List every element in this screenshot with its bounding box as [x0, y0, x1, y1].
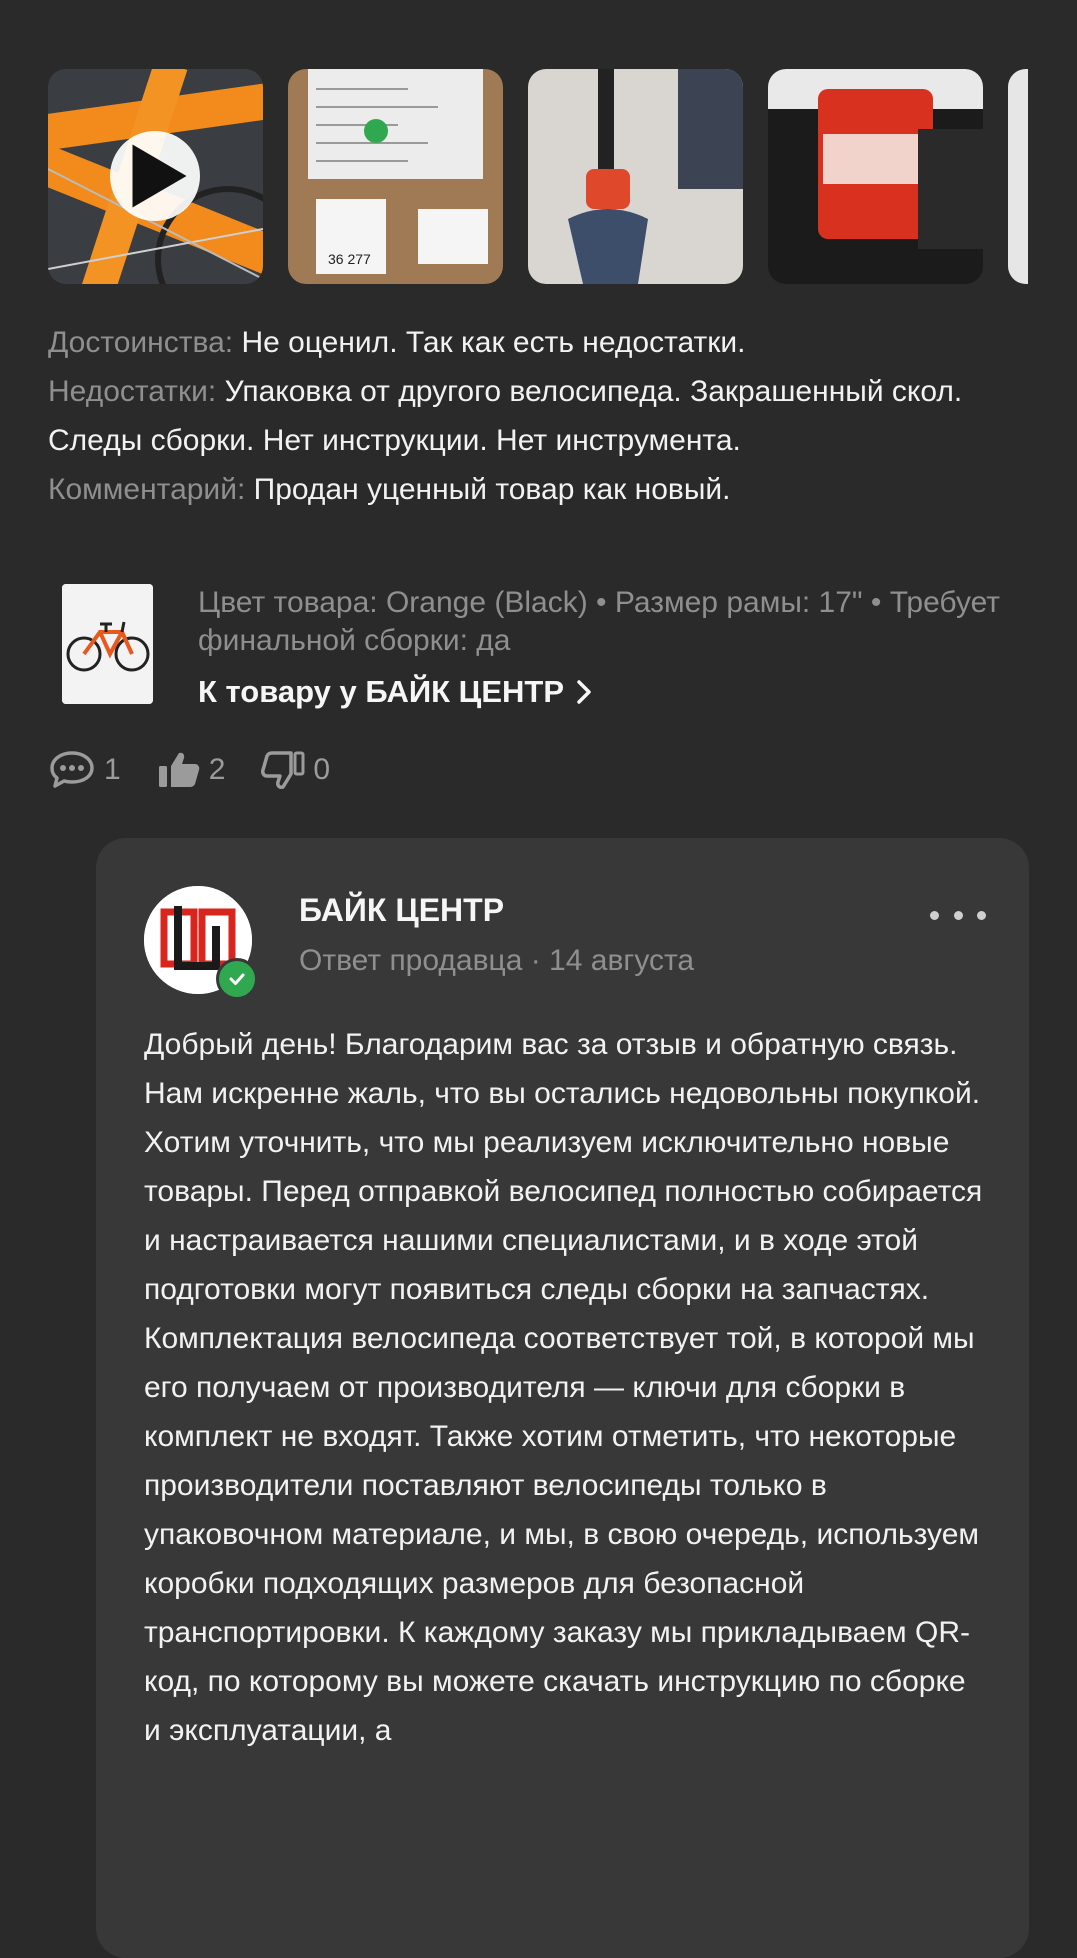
- product-info: Цвет товара: Orange (Black) • Размер рам…: [62, 584, 1022, 710]
- seller-reply-text: Добрый день! Благодарим вас за отзыв и о…: [144, 1028, 983, 1747]
- comments-button[interactable]: 1: [48, 749, 121, 791]
- photo-thumbnail-partial[interactable]: [1008, 69, 1028, 284]
- play-icon[interactable]: [110, 131, 200, 221]
- seller-reply-card: БАЙК ЦЕНТР Ответ продавца · 14 августа Д…: [96, 838, 1029, 1958]
- thumbs-down-icon: [261, 751, 305, 789]
- review-body: Достоинства: Не оценил. Так как есть нед…: [48, 318, 1008, 514]
- svg-text:36 277: 36 277: [328, 251, 371, 267]
- like-button[interactable]: 2: [157, 749, 226, 791]
- reflector-image: [768, 69, 983, 284]
- comments-count: 1: [104, 753, 121, 786]
- pros-text: Не оценил. Так как есть недостатки.: [233, 326, 746, 359]
- bike-part-image: [528, 69, 743, 284]
- chevron-right-icon: [576, 679, 592, 705]
- media-gallery[interactable]: 36 277: [48, 69, 1028, 284]
- box-labels-image: 36 277: [288, 69, 503, 284]
- go-to-product-link[interactable]: К товару у БАЙК ЦЕНТР: [198, 674, 592, 710]
- more-options-icon[interactable]: [930, 900, 986, 930]
- review-actions: 1 2 0: [48, 746, 366, 794]
- partial-image: [1008, 69, 1028, 284]
- reply-meta: Ответ продавца · 14 августа: [299, 944, 695, 977]
- dislikes-count: 0: [313, 753, 331, 786]
- photo-thumbnail-box-labels[interactable]: 36 277: [288, 69, 503, 284]
- thumbs-up-icon: [158, 752, 199, 787]
- go-to-product-label: К товару у БАЙК ЦЕНТР: [198, 674, 564, 709]
- comment-icon: [50, 751, 94, 788]
- dislike-button[interactable]: 0: [261, 749, 330, 791]
- bicycle-icon: [62, 584, 153, 704]
- likes-count: 2: [208, 753, 226, 786]
- comment-label: Комментарий:: [48, 473, 246, 506]
- cons-label: Недостатки:: [48, 375, 217, 408]
- photo-thumbnail-bike-part[interactable]: [528, 69, 743, 284]
- video-thumbnail-bike-frame[interactable]: [48, 69, 263, 284]
- verified-check-icon: [216, 958, 258, 1000]
- pros-label: Достоинства:: [48, 326, 234, 359]
- seller-name[interactable]: БАЙК ЦЕНТР: [299, 892, 504, 929]
- product-thumbnail[interactable]: [62, 584, 153, 704]
- photo-thumbnail-reflector[interactable]: [768, 69, 983, 284]
- product-attributes: Цвет товара: Orange (Black) • Размер рам…: [198, 586, 1001, 657]
- comment-text: Продан уценный товар как новый.: [245, 473, 731, 506]
